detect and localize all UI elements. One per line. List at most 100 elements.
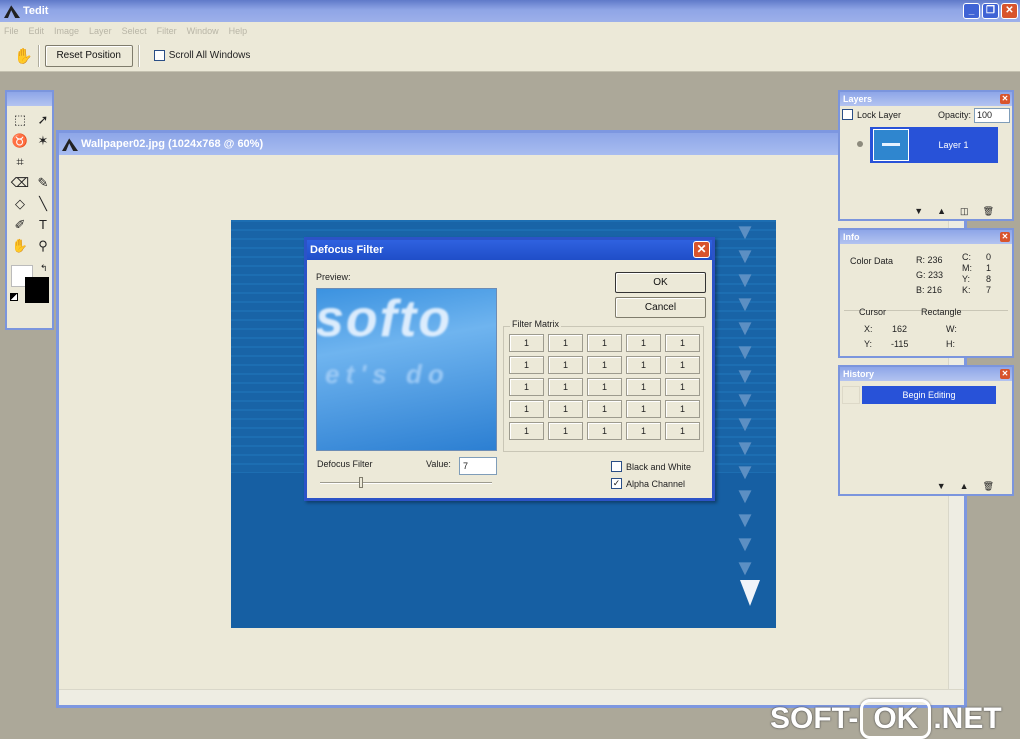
matrix-cell[interactable]: 1: [548, 356, 583, 374]
step-back-icon[interactable]: ▼: [937, 481, 946, 492]
eraser-icon[interactable]: ⌫: [10, 172, 30, 193]
history-titlebar[interactable]: History ✕: [840, 367, 1012, 381]
matrix-cell[interactable]: 1: [626, 422, 661, 440]
opacity-input[interactable]: 100: [974, 108, 1010, 123]
matrix-cell[interactable]: 1: [548, 400, 583, 418]
matrix-cell[interactable]: 1: [587, 356, 622, 374]
menu-image[interactable]: Image: [54, 26, 79, 36]
color-data-label: Color Data: [850, 256, 894, 266]
close-icon[interactable]: ✕: [1000, 369, 1010, 379]
matrix-cell[interactable]: 1: [548, 378, 583, 396]
history-palette: History ✕ Begin Editing ▼ ▲ 🗑: [838, 365, 1014, 496]
matrix-cell[interactable]: 1: [509, 422, 544, 440]
window-controls: _ ❐ ✕: [963, 3, 1018, 19]
matrix-cell[interactable]: 1: [587, 334, 622, 352]
matrix-cell[interactable]: 1: [626, 400, 661, 418]
zoom-icon[interactable]: ⚲: [33, 235, 53, 256]
matrix-cell[interactable]: 1: [587, 400, 622, 418]
line-icon[interactable]: ╲: [33, 193, 53, 214]
menu-file[interactable]: File: [4, 26, 19, 36]
filter-matrix-label: Filter Matrix: [510, 319, 561, 329]
eyedropper-icon[interactable]: ✐: [10, 214, 30, 235]
value-input[interactable]: 7: [459, 457, 497, 475]
matrix-cell[interactable]: 1: [665, 356, 700, 374]
background-color[interactable]: [25, 277, 49, 303]
lasso-icon[interactable]: ♉: [10, 130, 30, 151]
black-label: K:: [962, 285, 971, 295]
menu-help[interactable]: Help: [229, 26, 248, 36]
matrix-cell[interactable]: 1: [548, 422, 583, 440]
matrix-cell[interactable]: 1: [509, 334, 544, 352]
crop-icon[interactable]: ⌗: [10, 151, 30, 172]
matrix-cell[interactable]: 1: [626, 334, 661, 352]
default-colors-icon[interactable]: [10, 293, 18, 301]
matrix-cell[interactable]: 1: [587, 422, 622, 440]
black-and-white-option[interactable]: Black and White: [611, 461, 691, 472]
ok-button[interactable]: OK: [615, 272, 706, 293]
move-layer-down-icon[interactable]: ▼: [914, 206, 923, 217]
close-icon[interactable]: ✕: [1001, 3, 1018, 19]
menu-select[interactable]: Select: [122, 26, 147, 36]
matrix-cell[interactable]: 1: [665, 378, 700, 396]
menu-edit[interactable]: Edit: [29, 26, 45, 36]
scroll-all-checkbox[interactable]: [153, 50, 165, 61]
matrix-cell[interactable]: 1: [509, 356, 544, 374]
tools-palette-titlebar[interactable]: [7, 92, 52, 106]
app-title: Tedit: [23, 5, 49, 17]
fill-bucket-icon[interactable]: ◇: [10, 193, 30, 214]
menu-layer[interactable]: Layer: [89, 26, 112, 36]
menu-filter[interactable]: Filter: [157, 26, 177, 36]
matrix-cell[interactable]: 1: [587, 378, 622, 396]
maximize-icon[interactable]: ❐: [982, 3, 999, 19]
dialog-close-icon[interactable]: ✕: [693, 241, 710, 258]
matrix-cell[interactable]: 1: [626, 378, 661, 396]
move-layer-up-icon[interactable]: ▲: [937, 206, 946, 217]
swap-colors-icon[interactable]: ↰: [40, 263, 48, 274]
document-titlebar[interactable]: Wallpaper02.jpg (1024x768 @ 60%): [59, 133, 964, 155]
matrix-cell[interactable]: 1: [548, 334, 583, 352]
close-icon[interactable]: ✕: [1000, 232, 1010, 242]
move-icon[interactable]: ➚: [33, 109, 53, 130]
preview-text-small: et's do: [325, 359, 450, 389]
layer-visibility-icon[interactable]: [857, 141, 863, 147]
matrix-cell[interactable]: 1: [626, 356, 661, 374]
scroll-all-windows-option[interactable]: Scroll All Windows: [153, 50, 250, 61]
close-icon[interactable]: ✕: [1000, 94, 1010, 104]
lock-layer-option[interactable]: Lock Layer: [842, 109, 901, 120]
matrix-cell[interactable]: 1: [509, 378, 544, 396]
step-forward-icon[interactable]: ▲: [960, 481, 969, 492]
reset-position-button[interactable]: Reset Position: [44, 44, 133, 67]
info-palette: Info ✕ Color Data R: 236 G: 233 B: 216 C…: [838, 228, 1014, 358]
lock-layer-checkbox[interactable]: [842, 109, 853, 120]
value-slider-thumb[interactable]: [359, 477, 363, 488]
layers-titlebar[interactable]: Layers ✕: [840, 92, 1012, 106]
hand-icon[interactable]: ✋: [10, 235, 30, 256]
layer-row[interactable]: Layer 1: [870, 127, 998, 163]
menu-window[interactable]: Window: [187, 26, 219, 36]
app-titlebar[interactable]: Tedit _ ❐ ✕: [0, 0, 1020, 22]
history-item[interactable]: Begin Editing: [862, 386, 996, 404]
matrix-cell[interactable]: 1: [509, 400, 544, 418]
alpha-channel-checkbox[interactable]: ✓: [611, 478, 622, 489]
marquee-icon[interactable]: ⬚: [10, 109, 30, 130]
hand-icon[interactable]: ✋: [14, 47, 33, 65]
matrix-cell[interactable]: 1: [665, 422, 700, 440]
black-and-white-checkbox[interactable]: [611, 461, 622, 472]
magic-wand-icon[interactable]: ✶: [33, 130, 53, 151]
filter-matrix: 1 1 1 1 1 1 1 1 1 1 1 1 1 1 1 1 1 1 1 1 …: [509, 334, 700, 440]
cancel-button[interactable]: Cancel: [615, 297, 706, 318]
watermark-left: SOFT-: [770, 702, 859, 735]
matrix-cell[interactable]: 1: [665, 334, 700, 352]
info-titlebar[interactable]: Info ✕: [840, 230, 1012, 244]
matrix-cell[interactable]: 1: [665, 400, 700, 418]
delete-layer-icon[interactable]: 🗑: [983, 206, 994, 217]
minimize-icon[interactable]: _: [963, 3, 980, 19]
text-icon[interactable]: T: [33, 214, 53, 235]
pencil-icon[interactable]: ✎: [33, 172, 53, 193]
new-layer-icon[interactable]: ◫: [960, 206, 969, 217]
alpha-channel-option[interactable]: ✓ Alpha Channel: [611, 478, 685, 489]
value-slider-track[interactable]: [320, 482, 492, 484]
delete-history-icon[interactable]: 🗑: [983, 481, 994, 492]
dialog-titlebar[interactable]: Defocus Filter ✕: [307, 240, 712, 260]
black-value: 7: [986, 285, 992, 295]
